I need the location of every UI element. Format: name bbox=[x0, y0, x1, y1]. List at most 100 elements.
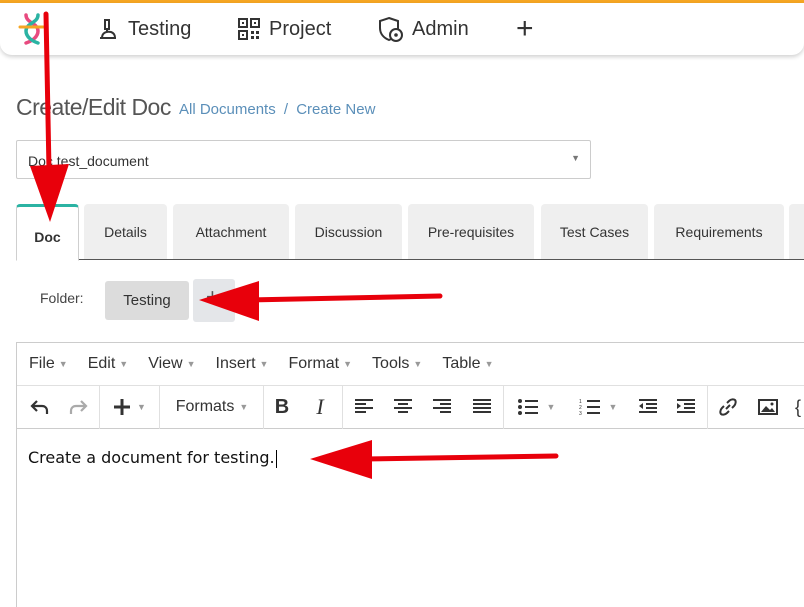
breadcrumb: All Documents / Create New bbox=[179, 101, 375, 118]
tab-overflow[interactable] bbox=[789, 204, 804, 259]
caret-down-icon: ▼ bbox=[608, 402, 618, 412]
caret-down-icon: ▼ bbox=[137, 402, 146, 412]
caret-down-icon: ▼ bbox=[484, 358, 494, 369]
toolbar-divider bbox=[99, 386, 100, 429]
bullet-list-icon bbox=[517, 399, 538, 415]
align-left-button[interactable] bbox=[351, 392, 377, 422]
plus-icon: + bbox=[516, 12, 534, 45]
qr-code-icon bbox=[238, 18, 260, 40]
tab-discussion[interactable]: Discussion bbox=[295, 204, 402, 259]
tab-requirements[interactable]: Requirements bbox=[654, 204, 784, 259]
code-braces-icon: { bbox=[794, 396, 801, 417]
add-folder-button[interactable]: + bbox=[193, 279, 235, 322]
doc-tabs: Doc Details Attachment Discussion Pre-re… bbox=[16, 204, 804, 261]
tab-attachment[interactable]: Attachment bbox=[173, 204, 289, 259]
toolbar-divider bbox=[342, 386, 343, 429]
menu-table[interactable]: Table ▼ bbox=[442, 355, 493, 373]
plus-icon bbox=[114, 399, 131, 415]
insert-image-button[interactable] bbox=[755, 392, 781, 422]
menu-tools-label: Tools bbox=[372, 354, 410, 372]
plus-icon: + bbox=[206, 284, 219, 309]
insert-dropdown-button[interactable]: ▼ bbox=[107, 392, 151, 422]
editor-content-text: Create a document for testing. bbox=[28, 448, 275, 467]
align-right-button[interactable] bbox=[429, 392, 455, 422]
menu-view[interactable]: View ▼ bbox=[148, 355, 195, 373]
formats-dropdown[interactable]: Formats ▼ bbox=[167, 392, 257, 422]
nav-add-button[interactable]: + bbox=[516, 3, 534, 55]
tab-attachment-label: Attachment bbox=[195, 223, 267, 240]
toolbar-divider bbox=[159, 386, 160, 429]
toolbar-divider bbox=[503, 386, 504, 429]
code-sample-button[interactable]: { bbox=[791, 392, 804, 422]
insert-link-button[interactable] bbox=[715, 392, 741, 422]
editor-toolbar: ▼ Formats ▼ B I ▼ 1 2 3 ▼ { bbox=[17, 385, 804, 429]
tab-discussion-label: Discussion bbox=[314, 223, 383, 240]
nav-admin[interactable]: Admin bbox=[378, 3, 469, 55]
menu-file-label: File bbox=[29, 354, 55, 372]
outdent-icon bbox=[639, 399, 657, 413]
align-left-icon bbox=[355, 399, 373, 413]
svg-text:3: 3 bbox=[579, 411, 582, 416]
folder-value: Testing bbox=[123, 292, 171, 309]
menu-table-label: Table bbox=[442, 354, 481, 372]
chevron-down-icon: ▼ bbox=[571, 153, 580, 163]
menu-edit-label: Edit bbox=[87, 354, 116, 372]
menu-file[interactable]: File ▼ bbox=[29, 355, 68, 373]
caret-down-icon: ▼ bbox=[413, 358, 423, 369]
app-logo-icon[interactable] bbox=[16, 13, 48, 45]
image-icon bbox=[758, 399, 778, 415]
editor-content[interactable]: Create a document for testing. bbox=[28, 448, 277, 468]
arrow-to-folder-add bbox=[199, 281, 443, 321]
formats-dropdown-label: Formats bbox=[175, 398, 235, 415]
numbered-list-button[interactable]: 123 ▼ bbox=[573, 392, 623, 422]
menu-tools[interactable]: Tools ▼ bbox=[372, 355, 422, 373]
caret-down-icon: ▼ bbox=[186, 358, 196, 369]
doc-type-select[interactable]: Doc test_document ▼ bbox=[16, 140, 591, 179]
italic-button[interactable]: I bbox=[307, 392, 333, 422]
nav-project[interactable]: Project bbox=[237, 3, 331, 55]
menu-insert[interactable]: Insert ▼ bbox=[216, 355, 269, 373]
breadcrumb-all-documents[interactable]: All Documents bbox=[179, 101, 276, 118]
nav-testing-label: Testing bbox=[128, 17, 192, 40]
numbered-list-icon: 123 bbox=[579, 399, 600, 416]
text-cursor bbox=[275, 449, 277, 468]
doc-type-select-value: Doc test_document bbox=[28, 153, 149, 169]
align-justify-button[interactable] bbox=[469, 392, 495, 422]
undo-button[interactable] bbox=[27, 392, 53, 422]
folder-label: Folder: bbox=[40, 290, 84, 306]
breadcrumb-create-new[interactable]: Create New bbox=[296, 101, 375, 118]
link-icon bbox=[719, 398, 737, 416]
folder-testing-button[interactable]: Testing bbox=[105, 281, 189, 320]
caret-down-icon: ▼ bbox=[58, 358, 68, 369]
indent-button[interactable] bbox=[673, 392, 699, 422]
page-title: Create/Edit Doc bbox=[16, 94, 171, 120]
tab-details[interactable]: Details bbox=[84, 204, 167, 259]
redo-button[interactable] bbox=[65, 392, 91, 422]
nav-testing[interactable]: Testing bbox=[96, 3, 191, 55]
tab-doc-label: Doc bbox=[34, 228, 61, 245]
bold-icon: B bbox=[274, 395, 290, 418]
menu-edit[interactable]: Edit ▼ bbox=[88, 355, 129, 373]
tab-prerequisites[interactable]: Pre-requisites bbox=[408, 204, 534, 259]
menu-view-label: View bbox=[148, 354, 183, 372]
toolbar-divider bbox=[707, 386, 708, 429]
shield-gear-icon bbox=[379, 16, 403, 42]
undo-icon bbox=[30, 400, 49, 414]
bold-button[interactable]: B bbox=[269, 392, 295, 422]
menu-format[interactable]: Format ▼ bbox=[288, 355, 352, 373]
tab-details-label: Details bbox=[104, 223, 147, 240]
tab-test-cases[interactable]: Test Cases bbox=[541, 204, 648, 259]
breadcrumb-separator: / bbox=[283, 101, 289, 118]
caret-down-icon: ▼ bbox=[239, 402, 249, 412]
align-center-button[interactable] bbox=[390, 392, 416, 422]
outdent-button[interactable] bbox=[635, 392, 661, 422]
bullet-list-button[interactable]: ▼ bbox=[511, 392, 561, 422]
nav-project-label: Project bbox=[269, 17, 332, 40]
tab-requirements-label: Requirements bbox=[675, 223, 763, 240]
menu-insert-label: Insert bbox=[215, 354, 256, 372]
microscope-icon bbox=[100, 19, 116, 39]
align-right-icon bbox=[433, 399, 451, 413]
caret-down-icon: ▼ bbox=[259, 358, 269, 369]
tab-doc[interactable]: Doc bbox=[16, 204, 79, 261]
caret-down-icon: ▼ bbox=[343, 358, 353, 369]
